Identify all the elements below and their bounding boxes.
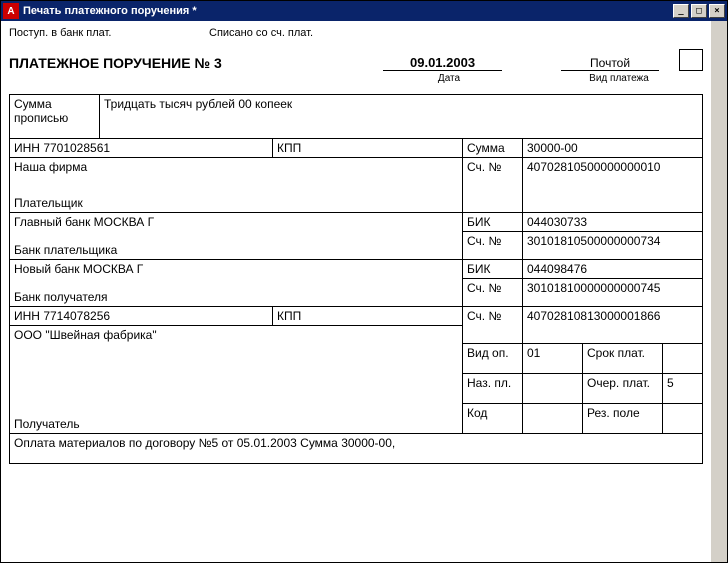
payer-kpp-label: КПП — [277, 141, 301, 155]
document-title: ПЛАТЕЖНОЕ ПОРУЧЕНИЕ № 3 — [9, 55, 383, 71]
header-row: ПЛАТЕЖНОЕ ПОРУЧЕНИЕ № 3 09.01.2003 Почто… — [9, 49, 703, 73]
term-value — [663, 344, 703, 374]
payer-bank-bik: 044030733 — [523, 212, 703, 231]
document-area: Поступ. в банк плат. Списано со сч. плат… — [1, 21, 727, 562]
payee-bank-name: Новый банк МОСКВА Г — [10, 259, 463, 278]
payee-bank-account-label: Сч. № — [463, 278, 523, 306]
payer-bank-account-label: Сч. № — [463, 231, 523, 259]
amount-label: Сумма — [463, 139, 523, 158]
amount-words-label: Сумма прописью — [10, 95, 100, 139]
close-button[interactable]: × — [709, 4, 725, 18]
purpose-code-label: Наз. пл. — [463, 374, 523, 404]
code-box — [679, 49, 703, 71]
payer-account-label: Сч. № — [463, 158, 523, 213]
payer-role: Плательщик — [10, 176, 463, 212]
header-sublabels: Дата Вид платежа — [9, 73, 703, 94]
payee-inn-label: ИНН — [14, 309, 40, 323]
payee-bank-bik: 044098476 — [523, 259, 703, 278]
payee-role: Получатель — [10, 344, 463, 434]
priority-value: 5 — [663, 374, 703, 404]
payee-inn-cell: ИНН 7714078256 — [10, 306, 273, 325]
payment-type-label: Вид платежа — [569, 73, 669, 84]
code-label: Код — [463, 404, 523, 434]
payee-bank-bik-label: БИК — [463, 259, 523, 278]
titlebar: А Печать платежного поручения * _ □ × — [1, 1, 727, 21]
payee-bank-account: 30101810000000000745 — [523, 278, 703, 306]
term-label: Срок плат. — [583, 344, 663, 374]
payer-bank-role: Банк плательщика — [10, 231, 463, 259]
vertical-scrollbar[interactable] — [711, 21, 727, 562]
op-type-label: Вид оп. — [463, 344, 523, 374]
reserve-value — [663, 404, 703, 434]
payer-bank-account: 30101810500000000734 — [523, 231, 703, 259]
op-type: 01 — [523, 344, 583, 374]
payee-bank-role: Банк получателя — [10, 278, 463, 306]
date-label: Дата — [389, 73, 509, 84]
payee-account: 40702810813000001866 — [523, 306, 703, 344]
reserve-label: Рез. поле — [583, 404, 663, 434]
payer-name: Наша фирма — [10, 158, 463, 177]
payment-purpose: Оплата материалов по договору №5 от 05.0… — [10, 434, 703, 464]
debited-label: Списано со сч. плат. — [209, 27, 313, 39]
payee-inn: 7714078256 — [43, 309, 110, 323]
payer-bank-name: Главный банк МОСКВА Г — [10, 212, 463, 231]
maximize-button[interactable]: □ — [691, 4, 707, 18]
payer-kpp-cell: КПП — [273, 139, 463, 158]
payer-inn: 7701028561 — [43, 141, 110, 155]
priority-label: Очер. плат. — [583, 374, 663, 404]
payer-account: 40702810500000000010 — [523, 158, 703, 213]
payer-inn-cell: ИНН 7701028561 — [10, 139, 273, 158]
window-title: Печать платежного поручения * — [23, 5, 671, 17]
document-date: 09.01.2003 — [383, 55, 501, 71]
window-buttons: _ □ × — [671, 4, 725, 18]
payer-inn-label: ИНН — [14, 141, 40, 155]
amount-words: Тридцать тысяч рублей 00 копеек — [100, 95, 703, 139]
payee-name: ООО "Швейная фабрика" — [10, 325, 463, 344]
amount-value: 30000-00 — [523, 139, 703, 158]
payee-kpp-label: КПП — [277, 309, 301, 323]
app-icon: А — [3, 3, 19, 19]
payee-account-label: Сч. № — [463, 306, 523, 344]
app-window: А Печать платежного поручения * _ □ × По… — [0, 0, 728, 563]
payment-type: Почтой — [561, 56, 660, 71]
payer-bank-bik-label: БИК — [463, 212, 523, 231]
payee-kpp-cell: КПП — [273, 306, 463, 325]
top-labels: Поступ. в банк плат. Списано со сч. плат… — [9, 25, 703, 49]
received-bank-label: Поступ. в банк плат. — [9, 27, 209, 39]
code-value — [523, 404, 583, 434]
payment-table: Сумма прописью Тридцать тысяч рублей 00 … — [9, 94, 703, 464]
purpose-code — [523, 374, 583, 404]
minimize-button[interactable]: _ — [673, 4, 689, 18]
